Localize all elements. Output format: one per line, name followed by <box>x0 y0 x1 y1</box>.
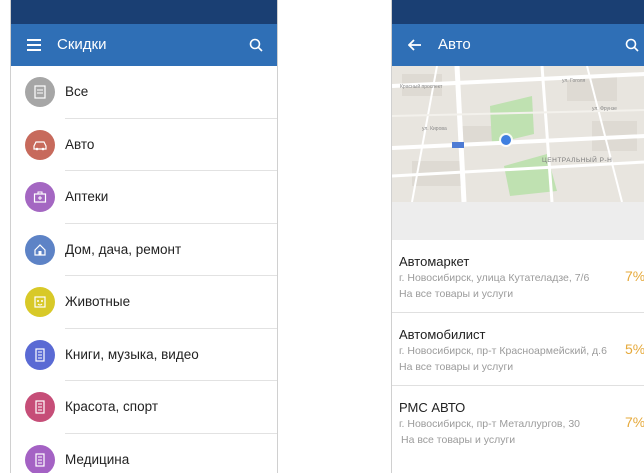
category-item-pets[interactable]: Животные <box>11 276 277 329</box>
shop-name: Автомобилист <box>399 327 486 342</box>
shop-item[interactable]: РМС АВТО г. Новосибирск, пр-т Металлурго… <box>392 386 644 458</box>
book-icon <box>25 339 55 370</box>
page-title: Авто <box>438 36 471 53</box>
list-icon <box>25 77 55 107</box>
medkit-icon <box>25 182 55 212</box>
map-street-label: Красный проспект <box>400 83 443 90</box>
status-bar <box>11 0 277 24</box>
status-bar <box>392 0 644 24</box>
shop-address: г. Новосибирск, пр-т Металлургов, 30 <box>399 418 581 430</box>
category-label: Медицина <box>65 451 130 467</box>
car-icon <box>25 129 55 160</box>
category-item-all[interactable]: Все <box>11 66 277 119</box>
map-street-label: ул. Кирова <box>422 126 447 132</box>
category-item-auto[interactable]: Авто <box>11 119 277 171</box>
map-street-label: ул. Фрунзе <box>592 106 617 112</box>
medicine-icon <box>25 444 55 473</box>
app-bar: Авто <box>392 24 644 66</box>
map-spacer <box>392 202 644 240</box>
page-title: Скидки <box>57 36 107 53</box>
shop-discount: 5% <box>625 341 644 357</box>
categories-screen: Скидки Все Авто Аптеки Дом, дача, ремонт… <box>10 0 278 473</box>
shop-name: РМС АВТО <box>399 400 466 415</box>
menu-icon[interactable] <box>23 24 45 66</box>
category-item-beauty[interactable]: Красота, спорт <box>11 381 277 434</box>
category-label: Аптеки <box>65 189 109 204</box>
house-icon <box>25 234 55 265</box>
category-item-pharmacy[interactable]: Аптеки <box>11 171 277 224</box>
shop-note: На все товары и услуги <box>399 288 514 300</box>
shop-address: г. Новосибирск, улица Кутателадзе, 7/6 <box>399 272 590 284</box>
shop-discount: 7% <box>625 414 644 430</box>
category-label: Книги, музыка, видео <box>65 346 199 362</box>
category-label: Животные <box>65 294 131 309</box>
shop-name: Автомаркет <box>399 254 470 269</box>
shop-item[interactable]: Автомобилист г. Новосибирск, пр-т Красно… <box>392 313 644 386</box>
app-bar: Скидки <box>11 24 277 66</box>
auto-screen: Авто Красный проспект ул. Гоголя ул. Фру… <box>391 0 644 473</box>
category-label: Красота, спорт <box>65 399 158 414</box>
back-arrow-icon[interactable] <box>404 24 426 66</box>
search-icon[interactable] <box>245 24 267 66</box>
shop-address: г. Новосибирск, пр-т Красноармейский, д.… <box>399 345 607 357</box>
category-label: Дом, дача, ремонт <box>65 241 182 257</box>
category-label: Авто <box>65 136 95 152</box>
map-district-label: ЦЕНТРАЛЬНЫЙ Р-Н <box>542 155 612 164</box>
beauty-icon <box>25 392 55 422</box>
shop-note: На все товары и услуги <box>401 434 516 446</box>
map-view[interactable]: Красный проспект ул. Гоголя ул. Фрунзе у… <box>392 66 644 202</box>
category-item-home[interactable]: Дом, дача, ремонт <box>11 224 277 276</box>
category-label: Все <box>65 84 89 99</box>
search-icon[interactable] <box>621 24 643 66</box>
category-list: Все Авто Аптеки Дом, дача, ремонт Животн… <box>11 66 277 473</box>
category-item-medicine[interactable]: Медицина <box>11 434 277 473</box>
shop-item[interactable]: Автомаркет г. Новосибирск, улица Кутател… <box>392 240 644 313</box>
map-graphic: Красный проспект ул. Гоголя ул. Фрунзе у… <box>392 66 644 202</box>
shop-note: На все товары и услуги <box>399 361 514 373</box>
category-item-books[interactable]: Книги, музыка, видео <box>11 329 277 381</box>
map-street-label: ул. Гоголя <box>562 78 586 84</box>
shop-discount: 7% <box>625 268 644 284</box>
pet-icon <box>25 287 55 317</box>
